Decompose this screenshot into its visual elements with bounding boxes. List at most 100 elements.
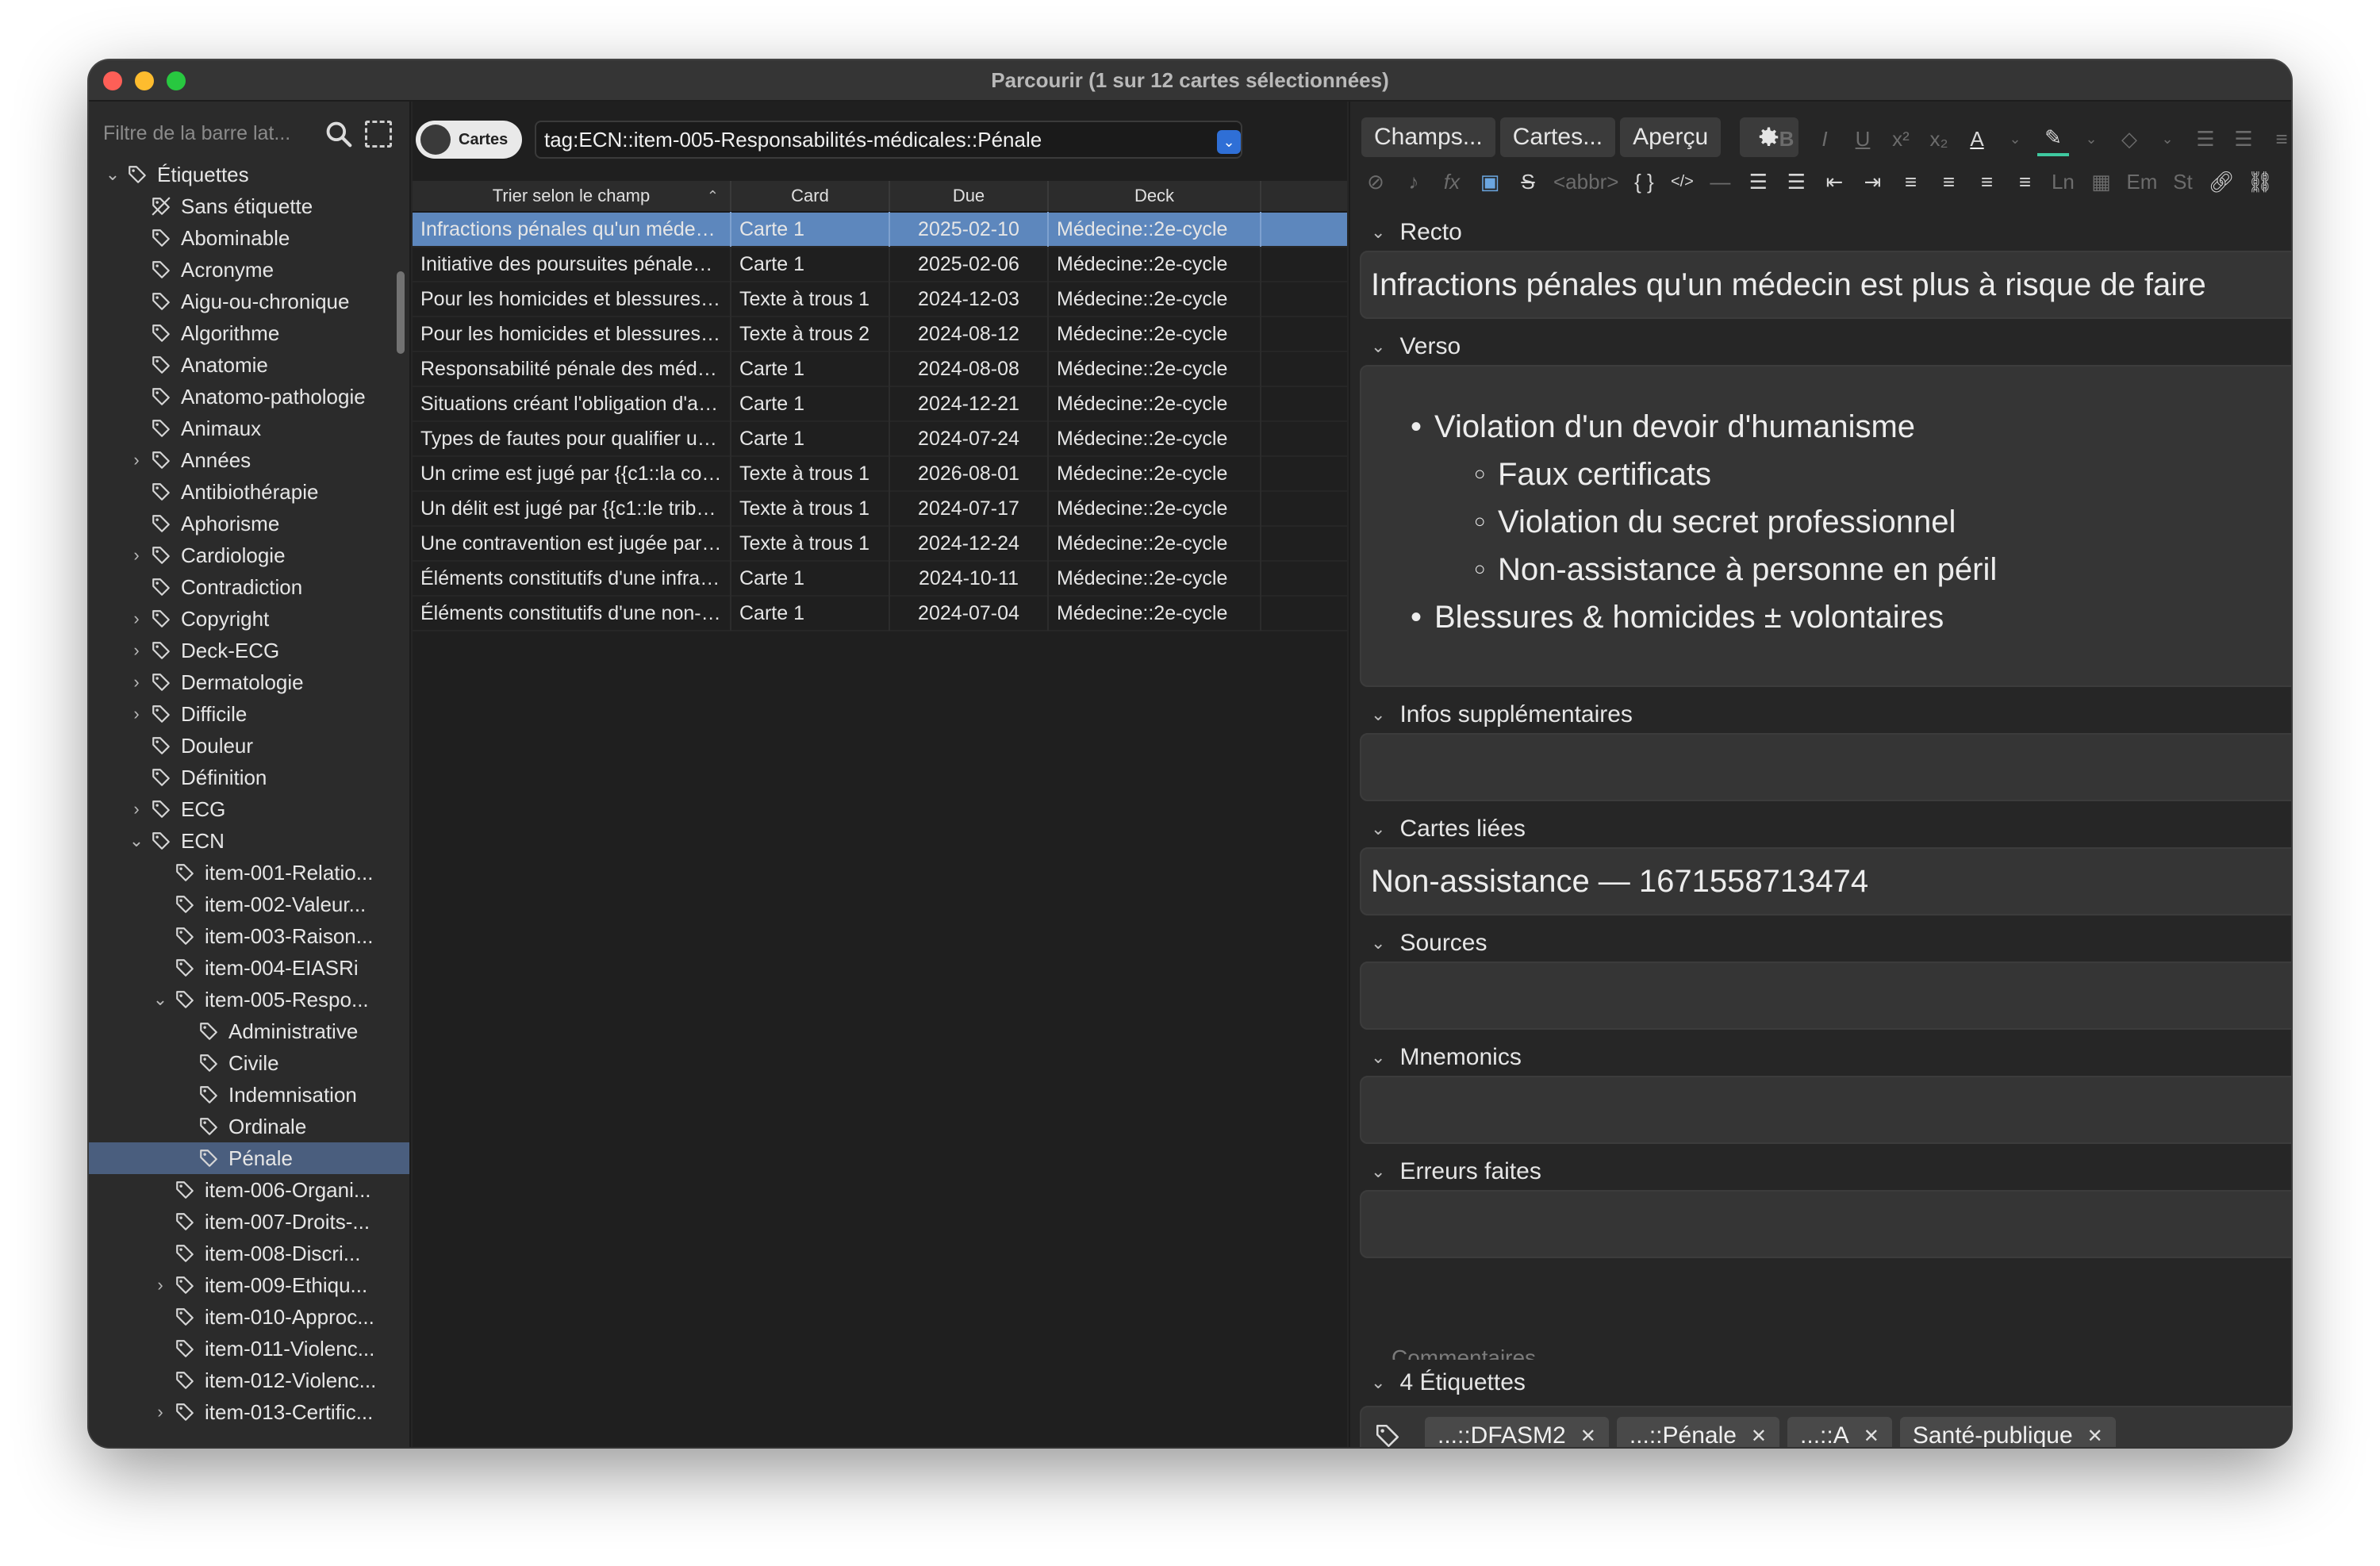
attachment-icon[interactable]: ⊘ xyxy=(1360,164,1392,199)
text-color-icon[interactable]: A xyxy=(1961,121,1993,156)
sidebar-item[interactable]: › Années xyxy=(89,444,409,476)
chevron-down-icon[interactable]: ⌄ xyxy=(129,825,144,857)
italic-icon[interactable]: I xyxy=(1809,121,1841,156)
field-mnemonics[interactable] xyxy=(1360,1076,2291,1144)
sidebar-item[interactable]: › Dermatologie xyxy=(89,666,409,698)
chevron-down-icon[interactable]: ⌄ xyxy=(105,159,121,190)
subscript-icon[interactable]: x₂ xyxy=(1923,121,1955,156)
sidebar-item[interactable]: Anatomie xyxy=(89,349,409,381)
chevron-right-icon[interactable]: › xyxy=(129,793,144,825)
tag-chip[interactable]: ...::DFASM2 ✕ xyxy=(1425,1417,1609,1447)
sidebar-item[interactable]: › Copyright xyxy=(89,603,409,635)
highlight-color-icon[interactable]: ✎ xyxy=(2037,121,2069,156)
code-icon[interactable]: </> xyxy=(1666,164,1698,199)
align-justify-icon[interactable]: ≡ xyxy=(2009,164,2040,199)
sidebar-item[interactable]: Ordinale xyxy=(89,1111,409,1142)
sidebar-item[interactable]: › Difficile xyxy=(89,698,409,730)
sidebar-item[interactable]: Contradiction xyxy=(89,571,409,603)
sidebar-item[interactable]: item-007-Droits-... xyxy=(89,1206,409,1238)
column-card[interactable]: Card xyxy=(731,181,890,211)
maximize-window-button[interactable] xyxy=(167,71,186,90)
chevron-right-icon[interactable]: › xyxy=(129,635,144,666)
chevron-right-icon[interactable]: › xyxy=(129,444,144,476)
sidebar-item[interactable]: Douleur xyxy=(89,730,409,762)
field-header-comments[interactable]: Commentaires xyxy=(1392,1345,1536,1360)
formula-icon[interactable]: fx xyxy=(1436,164,1468,199)
field-sources[interactable] xyxy=(1360,961,2291,1030)
sidebar-filter-input[interactable]: Filtre de la barre lat... xyxy=(100,114,319,152)
field-verso[interactable]: Violation d'un devoir d'humanisme Faux c… xyxy=(1360,365,2291,687)
sidebar-item[interactable]: item-012-Violenc... xyxy=(89,1364,409,1396)
column-deck[interactable]: Deck xyxy=(1049,181,1261,211)
strikethrough-icon[interactable]: S xyxy=(1512,164,1544,199)
align-icon[interactable]: ≡ xyxy=(2266,121,2291,156)
chevron-down-icon[interactable]: ⌄ xyxy=(2152,121,2183,156)
sidebar-item[interactable]: item-006-Organi... xyxy=(89,1174,409,1206)
chevron-right-icon[interactable]: › xyxy=(152,1269,168,1301)
search-icon[interactable] xyxy=(324,119,354,149)
sidebar-item[interactable]: item-002-Valeur... xyxy=(89,889,409,920)
sidebar-item[interactable]: ⌄ item-005-Respo... xyxy=(89,984,409,1015)
chevron-down-icon[interactable]: ⌄ xyxy=(1999,121,2031,156)
field-header-errors[interactable]: ⌄ Erreurs faites <> xyxy=(1360,1153,2291,1190)
bullet-list-icon[interactable]: ☰ xyxy=(1742,164,1774,199)
underline-icon[interactable]: U xyxy=(1847,121,1879,156)
sidebar-item[interactable]: Anatomo-pathologie xyxy=(89,381,409,413)
tag-chip[interactable]: ...::A ✕ xyxy=(1787,1417,1892,1447)
sidebar-item[interactable]: item-004-EIASRi xyxy=(89,952,409,984)
column-due[interactable]: Due xyxy=(890,181,1049,211)
tags-header[interactable]: ⌄ 4 Étiquettes xyxy=(1360,1364,1526,1401)
table-row[interactable]: Situations créant l'obligation d'assista… xyxy=(413,386,1347,422)
field-linked-cards[interactable]: Non-assistance — 1671558713474 xyxy=(1360,847,2291,915)
table-row[interactable]: Types de fautes pour qualifier une infra… xyxy=(413,421,1347,457)
table-row[interactable]: Éléments constitutifs d'une non-assistan… xyxy=(413,596,1347,631)
field-header-linked-cards[interactable]: ⌄ Cartes liées <> xyxy=(1360,811,2291,847)
sidebar-item[interactable]: item-001-Relatio... xyxy=(89,857,409,889)
field-header-recto[interactable]: ⌄ Recto <> xyxy=(1360,214,2291,251)
chevron-down-icon[interactable]: ⌄ xyxy=(1371,1047,1385,1068)
table-row[interactable]: Une contravention est jugée par le tribu… xyxy=(413,526,1347,562)
sidebar-item[interactable]: Abominable xyxy=(89,222,409,254)
chevron-right-icon[interactable]: › xyxy=(129,698,144,730)
sidebar-item[interactable]: › Cardiologie xyxy=(89,539,409,571)
chevron-down-icon[interactable]: ⌄ xyxy=(2075,121,2107,156)
chevron-down-icon[interactable]: ⌄ xyxy=(1371,704,1385,725)
sidebar-item[interactable]: Administrative xyxy=(89,1015,409,1047)
field-header-infos[interactable]: ⌄ Infos supplémentaires <> xyxy=(1360,697,2291,733)
chevron-down-icon[interactable]: ⌄ xyxy=(1371,1161,1385,1182)
fields-button[interactable]: Champs... xyxy=(1361,117,1495,157)
outdent-icon[interactable]: ⇤ xyxy=(1818,164,1850,199)
chevron-right-icon[interactable]: › xyxy=(152,1396,168,1428)
horizontal-rule-icon[interactable]: — xyxy=(1704,164,1736,199)
sidebar-item[interactable]: Définition xyxy=(89,762,409,793)
sidebar-item[interactable]: Algorithme xyxy=(89,317,409,349)
chevron-right-icon[interactable]: › xyxy=(129,666,144,698)
field-header-mnemonics[interactable]: ⌄ Mnemonics <> xyxy=(1360,1039,2291,1076)
tag-chip[interactable]: Santé-publique ✕ xyxy=(1899,1417,2116,1448)
chevron-down-icon[interactable]: ⌄ xyxy=(1371,1372,1385,1393)
numbered-list-icon[interactable]: ☰ xyxy=(1780,164,1812,199)
table-row[interactable]: Un délit est jugé par {{c1::le tribunal … xyxy=(413,491,1347,527)
eraser-icon[interactable]: ◇ xyxy=(2113,121,2145,156)
chevron-down-icon[interactable]: ⌄ xyxy=(1217,130,1241,154)
braces-icon[interactable]: { } xyxy=(1628,164,1660,199)
close-window-button[interactable] xyxy=(103,71,122,90)
table-row[interactable]: Pour les homicides et blessures involont… xyxy=(413,282,1347,317)
minimize-window-button[interactable] xyxy=(135,71,154,90)
sidebar-item[interactable]: Antibiothérapie xyxy=(89,476,409,508)
sidebar-item[interactable]: › ECG xyxy=(89,793,409,825)
sidebar-item[interactable]: › item-013-Certific... xyxy=(89,1396,409,1428)
tag-chip[interactable]: ...::Pénale ✕ xyxy=(1616,1417,1780,1447)
sidebar-item[interactable]: Acronyme xyxy=(89,254,409,286)
table-row[interactable]: Éléments constitutifs d'une infraction Ca… xyxy=(413,561,1347,597)
preview-button[interactable]: Aperçu xyxy=(1620,117,1722,157)
chevron-right-icon[interactable]: › xyxy=(129,603,144,635)
sidebar-scrollbar[interactable] xyxy=(397,271,405,354)
superscript-icon[interactable]: x² xyxy=(1885,121,1917,156)
cards-notes-toggle[interactable]: Cartes xyxy=(416,121,522,159)
cards-button[interactable]: Cartes... xyxy=(1499,117,1616,157)
sidebar-item[interactable]: › Deck-ECG xyxy=(89,635,409,666)
sidebar-item[interactable]: Sans étiquette xyxy=(89,190,409,222)
table-row[interactable]: Initiative des poursuites pénales en res… xyxy=(413,247,1347,282)
remove-tag-icon[interactable]: ✕ xyxy=(2087,1425,2103,1448)
